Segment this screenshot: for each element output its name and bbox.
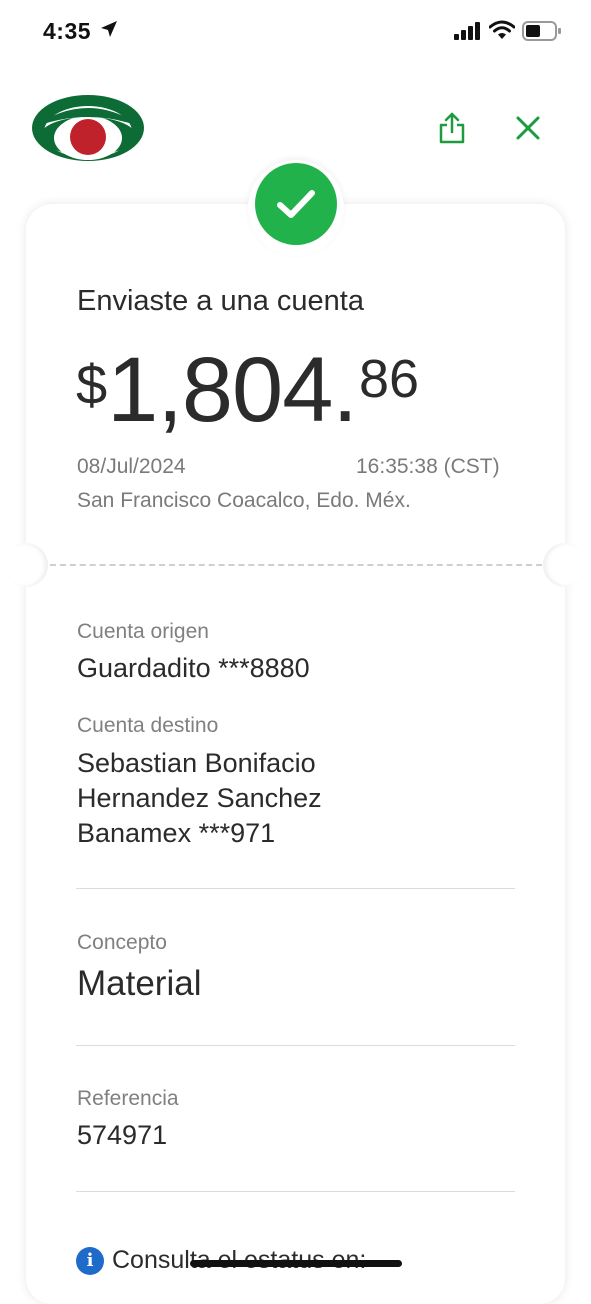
location-arrow-icon <box>101 21 117 37</box>
cellular-signal-icon <box>454 22 480 40</box>
transfer-location: San Francisco Coacalco, Edo. Méx. <box>77 489 411 512</box>
origin-account-value: Guardadito ***8880 <box>77 653 310 683</box>
home-indicator[interactable] <box>190 1260 402 1267</box>
divider <box>76 1191 515 1192</box>
transfer-time: 16:35:38 (CST) <box>356 455 500 478</box>
ticket-perforation <box>50 564 542 566</box>
destination-bank: Banamex ***971 <box>77 818 276 848</box>
wifi-icon <box>489 20 515 39</box>
amount-decimals: 86 <box>358 349 420 409</box>
ticket-notch-right <box>543 543 587 587</box>
destination-name-line2: Hernandez Sanchez <box>77 783 322 813</box>
reference-value: 574971 <box>77 1120 168 1150</box>
reference-label: Referencia <box>77 1087 179 1110</box>
share-button[interactable] <box>432 108 472 148</box>
destination-account-label: Cuenta destino <box>77 714 219 737</box>
close-icon <box>516 116 540 140</box>
success-check-icon <box>255 163 337 245</box>
status-time: 4:35 <box>43 18 92 44</box>
battery-icon <box>522 21 561 41</box>
amount-currency: $ <box>76 353 108 416</box>
ticket-notch-left <box>4 543 48 587</box>
transfer-amount: $1,804.86 <box>76 338 419 443</box>
transfer-date: 08/Jul/2024 <box>77 455 186 478</box>
divider <box>76 888 515 889</box>
status-bar: 4:35 <box>0 0 591 64</box>
share-icon <box>439 112 465 144</box>
divider <box>76 1045 515 1046</box>
origin-account-label: Cuenta origen <box>77 620 209 643</box>
amount-integer: 1,804. <box>107 339 358 441</box>
info-icon: i <box>76 1246 104 1275</box>
receipt-title: Enviaste a una cuenta <box>77 285 364 317</box>
concept-label: Concepto <box>77 931 167 954</box>
concept-value: Material <box>77 964 202 1003</box>
banco-azteca-logo <box>32 95 144 161</box>
destination-name-line1: Sebastian Bonifacio <box>77 748 316 778</box>
close-button[interactable] <box>508 108 548 148</box>
